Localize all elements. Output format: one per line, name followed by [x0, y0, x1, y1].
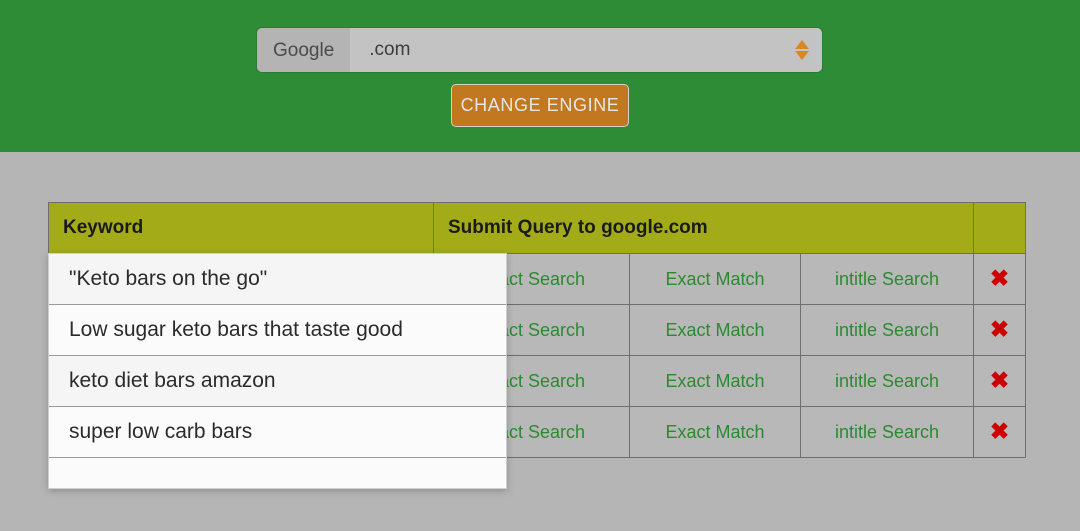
- intitle-search-link[interactable]: intitle Search: [835, 320, 939, 340]
- table-header-row: Keyword Submit Query to google.com: [48, 202, 1027, 254]
- suggestion-item[interactable]: super low carb bars: [49, 407, 506, 458]
- exact-match-link[interactable]: Exact Match: [665, 320, 764, 340]
- remove-row-icon[interactable]: ✖: [990, 420, 1009, 443]
- cell-remove[interactable]: ✖: [973, 304, 1027, 356]
- keyword-suggestion-dropdown[interactable]: "Keto bars on the go" Low sugar keto bar…: [48, 253, 507, 489]
- suggestion-item[interactable]: Low sugar keto bars that taste good: [49, 305, 506, 356]
- exact-match-link[interactable]: Exact Match: [665, 371, 764, 391]
- column-header-submit-query: Submit Query to google.com: [432, 202, 975, 254]
- suggestion-item[interactable]: keto diet bars amazon: [49, 356, 506, 407]
- suggestion-item[interactable]: "Keto bars on the go": [49, 254, 506, 305]
- cell-remove[interactable]: ✖: [973, 355, 1027, 407]
- engine-tld-value: .com: [369, 39, 411, 60]
- cell-exact-match[interactable]: Exact Match: [629, 406, 801, 458]
- change-engine-button[interactable]: CHANGE ENGINE: [451, 84, 629, 127]
- intitle-search-link[interactable]: intitle Search: [835, 371, 939, 391]
- remove-row-icon[interactable]: ✖: [990, 267, 1009, 290]
- engine-selector-bar: Google .com CHANGE ENGINE: [0, 0, 1080, 152]
- cell-remove[interactable]: ✖: [973, 406, 1027, 458]
- remove-row-icon[interactable]: ✖: [990, 318, 1009, 341]
- cell-exact-match[interactable]: Exact Match: [629, 304, 801, 356]
- column-header-remove: [973, 202, 1027, 254]
- cell-intitle-search[interactable]: intitle Search: [799, 304, 975, 356]
- spinner-down-arrow-icon[interactable]: [795, 51, 809, 60]
- cell-exact-match[interactable]: Exact Match: [629, 355, 801, 407]
- cell-intitle-search[interactable]: intitle Search: [799, 355, 975, 407]
- engine-input-group[interactable]: Google .com: [257, 28, 822, 72]
- remove-row-icon[interactable]: ✖: [990, 369, 1009, 392]
- cell-intitle-search[interactable]: intitle Search: [799, 406, 975, 458]
- suggestion-dropdown-padding: [49, 458, 506, 488]
- exact-match-link[interactable]: Exact Match: [665, 422, 764, 442]
- engine-prefix-label: Google: [257, 28, 351, 72]
- exact-match-link[interactable]: Exact Match: [665, 269, 764, 289]
- cell-remove[interactable]: ✖: [973, 253, 1027, 305]
- spinner-up-arrow-icon[interactable]: [795, 40, 809, 49]
- intitle-search-link[interactable]: intitle Search: [835, 269, 939, 289]
- cell-exact-match[interactable]: Exact Match: [629, 253, 801, 305]
- intitle-search-link[interactable]: intitle Search: [835, 422, 939, 442]
- column-header-keyword: Keyword: [48, 202, 434, 254]
- spinner-up-down-icon[interactable]: [795, 36, 809, 64]
- cell-intitle-search[interactable]: intitle Search: [799, 253, 975, 305]
- engine-tld-select[interactable]: .com: [350, 28, 822, 72]
